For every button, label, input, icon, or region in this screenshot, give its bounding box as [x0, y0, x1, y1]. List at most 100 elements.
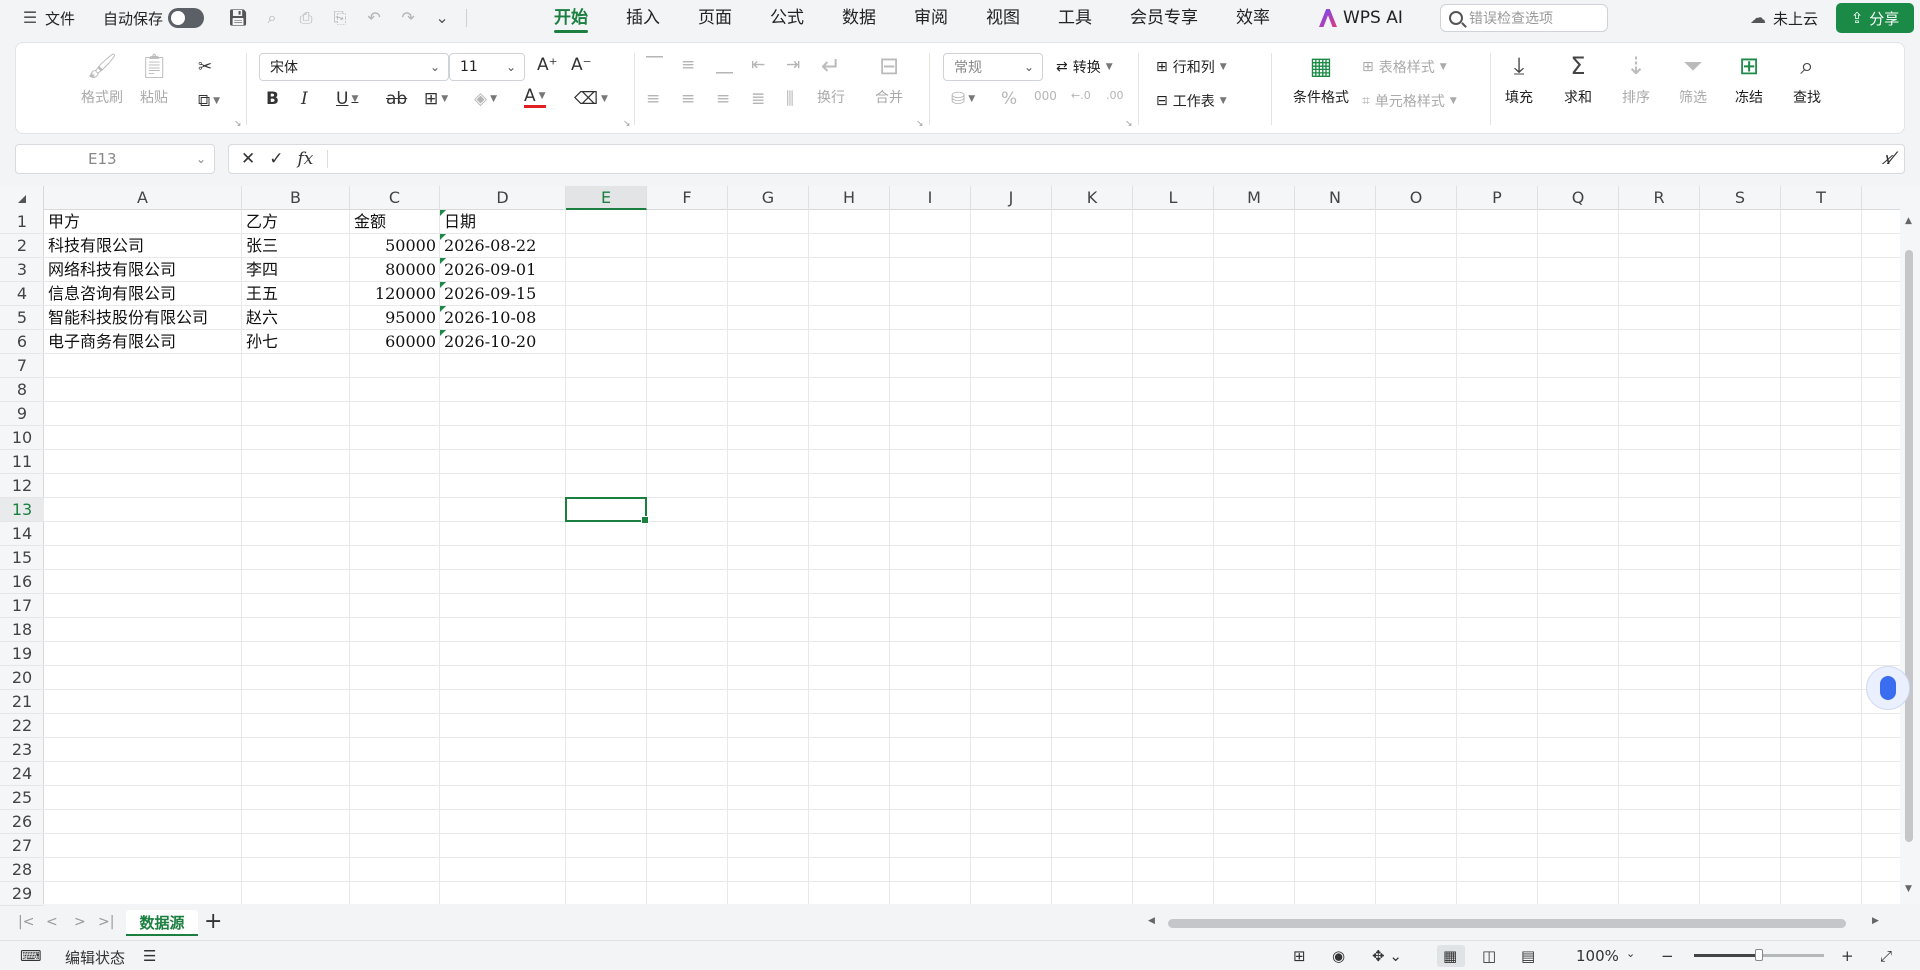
tab-review[interactable]: 审阅 — [895, 0, 967, 36]
column-header-k[interactable]: K — [1052, 186, 1133, 210]
cell-a4[interactable]: 信息咨询有限公司 — [44, 282, 242, 306]
tab-member[interactable]: 会员专享 — [1111, 0, 1217, 36]
normal-view-icon[interactable]: ▦ — [1443, 947, 1457, 965]
macro-icon[interactable]: ⌨ — [20, 947, 42, 965]
row-header-4[interactable]: 4 — [0, 282, 44, 306]
column-header-p[interactable]: P — [1457, 186, 1538, 210]
paste-button[interactable]: 📋︎ 粘贴 — [139, 51, 169, 107]
alignment-expand-icon[interactable]: ↘ — [916, 119, 924, 129]
column-header-i[interactable]: I — [890, 186, 971, 210]
wrap-text-button[interactable]: ↵ 换行 — [816, 51, 846, 107]
row-header-25[interactable]: 25 — [0, 786, 44, 810]
table-style-button[interactable]: ⊞ 表格样式 ▼ — [1362, 57, 1447, 77]
tab-view[interactable]: 视图 — [967, 0, 1039, 36]
scroll-down-icon[interactable]: ▼ — [1905, 884, 1912, 894]
row-header-22[interactable]: 22 — [0, 714, 44, 738]
formula-expand-icon[interactable]: 𝑥⁄ — [1882, 149, 1894, 169]
cell-d3[interactable]: 2026-09-01 — [440, 258, 566, 282]
thousands-icon[interactable]: 000 — [1034, 89, 1057, 103]
tab-insert[interactable]: 插入 — [607, 0, 679, 36]
cancel-icon[interactable]: ✕ — [241, 149, 255, 169]
print-icon[interactable]: ⎙ — [296, 8, 316, 28]
zoom-in-icon[interactable]: + — [1841, 947, 1854, 965]
cell-b1[interactable]: 乙方 — [242, 210, 350, 234]
formula-bar[interactable]: ✕ ✓ fx 𝑥⁄ — [228, 144, 1905, 174]
row-header-7[interactable]: 7 — [0, 354, 44, 378]
column-header-f[interactable]: F — [647, 186, 728, 210]
vertical-scroll-thumb[interactable] — [1905, 250, 1913, 842]
column-header-j[interactable]: J — [971, 186, 1052, 210]
currency-icon[interactable]: ⛁ ▼ — [951, 89, 975, 109]
row-header-29[interactable]: 29 — [0, 882, 44, 906]
row-header-20[interactable]: 20 — [0, 666, 44, 690]
filter-button[interactable]: ⏷ 筛选 — [1678, 51, 1708, 107]
cell-d1[interactable]: 日期 — [440, 210, 566, 234]
clipboard-expand-icon[interactable]: ↘ — [234, 119, 242, 129]
column-header-o[interactable]: O — [1376, 186, 1457, 210]
row-header-8[interactable]: 8 — [0, 378, 44, 402]
row-header-10[interactable]: 10 — [0, 426, 44, 450]
zoom-level[interactable]: 100% — [1576, 947, 1619, 965]
redo-icon[interactable]: ↷ — [398, 8, 418, 28]
data-format-icon[interactable]: ⊞ — [1293, 947, 1306, 965]
scroll-up-icon[interactable]: ▲ — [1905, 216, 1912, 226]
distribute-icon[interactable]: ⫼ — [786, 89, 794, 109]
row-header-19[interactable]: 19 — [0, 642, 44, 666]
page-layout-icon[interactable]: ◫ — [1482, 947, 1496, 965]
row-header-21[interactable]: 21 — [0, 690, 44, 714]
horizontal-scrollbar[interactable]: ◀ ▶ — [1130, 916, 1890, 930]
align-center-icon[interactable]: ≡ — [681, 89, 695, 109]
column-header-m[interactable]: M — [1214, 186, 1295, 210]
cell-c4[interactable]: 120000 — [350, 282, 440, 306]
row-header-18[interactable]: 18 — [0, 618, 44, 642]
command-search[interactable]: 错误检查选项 — [1440, 4, 1608, 32]
cell-c6[interactable]: 60000 — [350, 330, 440, 354]
row-col-button[interactable]: ⊞ 行和列 ▼ — [1156, 57, 1227, 77]
font-name-select[interactable]: 宋体 ⌄ — [259, 53, 449, 81]
decrease-indent-icon[interactable]: ⇤ — [751, 55, 765, 75]
border-icon[interactable]: ⊞ ▼ — [424, 89, 448, 109]
column-header-n[interactable]: N — [1295, 186, 1376, 210]
tab-efficiency[interactable]: 效率 — [1217, 0, 1289, 36]
column-header-d[interactable]: D — [440, 186, 566, 210]
cell-b3[interactable]: 李四 — [242, 258, 350, 282]
sort-button[interactable]: ⇣ 排序 — [1621, 51, 1651, 107]
sum-button[interactable]: Σ 求和 — [1563, 51, 1593, 107]
align-right-icon[interactable]: ≡ — [716, 89, 730, 109]
scroll-left-icon[interactable]: ◀ — [1148, 916, 1155, 926]
fill-color-icon[interactable]: ◈ ▼ — [474, 89, 497, 109]
print-preview-icon[interactable]: ⎘ — [330, 8, 350, 28]
row-header-24[interactable]: 24 — [0, 762, 44, 786]
cell-c1[interactable]: 金额 — [350, 210, 440, 234]
column-header-h[interactable]: H — [809, 186, 890, 210]
align-top-icon[interactable]: ⎺ — [646, 55, 663, 75]
freeze-button[interactable]: ⊞ 冻结 — [1734, 51, 1764, 107]
confirm-icon[interactable]: ✓ — [269, 149, 283, 169]
zoom-dropdown-icon[interactable]: ⌄ — [1626, 947, 1635, 960]
row-header-17[interactable]: 17 — [0, 594, 44, 618]
cut-icon[interactable]: ✂ — [198, 57, 212, 77]
increase-decimal-icon[interactable]: ←.0 — [1071, 89, 1091, 102]
decrease-font-icon[interactable]: A⁻ — [571, 55, 592, 75]
format-painter-quick-icon[interactable]: ⌕ — [262, 8, 282, 28]
merge-button[interactable]: ⊟ 合并 — [874, 51, 904, 107]
save-icon[interactable]: 💾︎ — [228, 8, 248, 28]
cell-c2[interactable]: 50000 — [350, 234, 440, 258]
tab-data[interactable]: 数据 — [823, 0, 895, 36]
find-button[interactable]: ⌕ 查找 — [1792, 51, 1822, 107]
justify-icon[interactable]: ≣ — [751, 89, 765, 109]
cell-b6[interactable]: 孙七 — [242, 330, 350, 354]
column-header-l[interactable]: L — [1133, 186, 1214, 210]
first-sheet-icon[interactable]: |< — [18, 914, 34, 930]
active-cell-highlight[interactable] — [565, 497, 649, 524]
sheet-list-icon[interactable]: ☰ — [143, 947, 156, 965]
cell-b5[interactable]: 赵六 — [242, 306, 350, 330]
customize-chevron-icon[interactable]: ⌄ — [432, 8, 452, 28]
column-header-r[interactable]: R — [1619, 186, 1700, 210]
percent-icon[interactable]: % — [1001, 89, 1017, 109]
row-header-28[interactable]: 28 — [0, 858, 44, 882]
row-header-5[interactable]: 5 — [0, 306, 44, 330]
fill-button[interactable]: ⤓ 填充 — [1504, 51, 1534, 107]
row-header-27[interactable]: 27 — [0, 834, 44, 858]
eye-protect-icon[interactable]: ◉ — [1332, 947, 1345, 965]
